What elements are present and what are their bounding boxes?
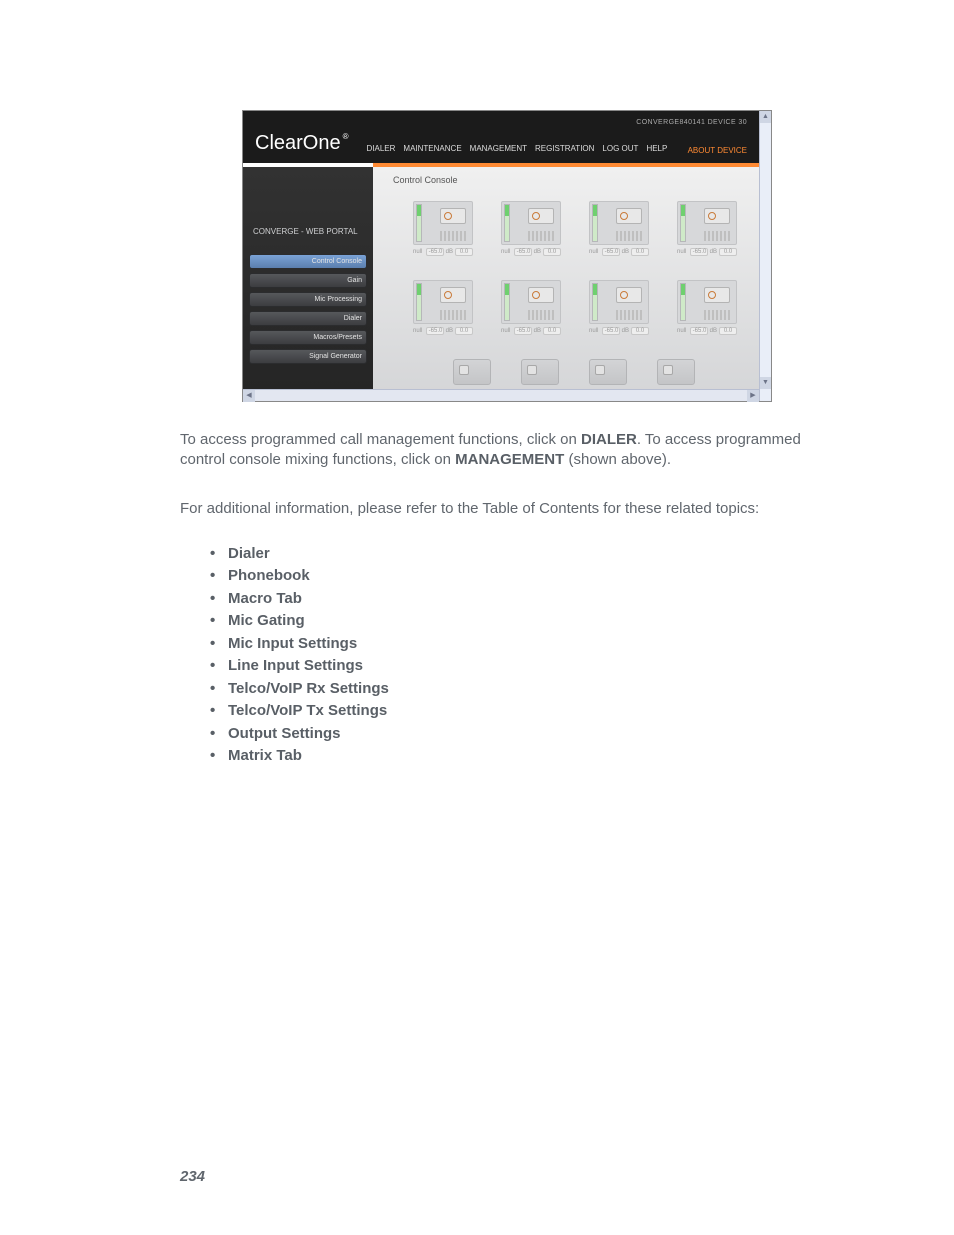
aux-button[interactable]	[589, 359, 627, 385]
gain-slider[interactable]	[616, 310, 642, 320]
nav-management[interactable]: MANAGEMENT	[470, 144, 527, 153]
list-item: Mic Input Settings	[210, 633, 834, 656]
level-meter-icon	[680, 283, 686, 321]
mute-button[interactable]	[440, 287, 466, 303]
mute-button[interactable]	[704, 208, 730, 224]
channel-tile[interactable]: null-65.0dB0.0	[413, 201, 473, 256]
scroll-up-icon[interactable]: ▲	[760, 111, 771, 123]
top-nav: DIALER MAINTENANCE MANAGEMENT REGISTRATI…	[359, 144, 678, 155]
list-item: Output Settings	[210, 723, 834, 746]
page-number: 234	[180, 1168, 205, 1185]
sidebar-item-macros-presets[interactable]: Macros/Presets	[249, 330, 367, 345]
gain-slider[interactable]	[704, 310, 730, 320]
list-item: Mic Gating	[210, 610, 834, 633]
list-item: Telco/VoIP Rx Settings	[210, 678, 834, 701]
list-item: Telco/VoIP Tx Settings	[210, 700, 834, 723]
aux-row	[453, 359, 743, 385]
related-topics-list: Dialer Phonebook Macro Tab Mic Gating Mi…	[180, 543, 834, 768]
list-item: Dialer	[210, 543, 834, 566]
horizontal-scrollbar[interactable]: ◀ ▶	[243, 389, 759, 401]
level-meter-icon	[416, 204, 422, 242]
gain-slider[interactable]	[616, 231, 642, 241]
nav-maintenance[interactable]: MAINTENANCE	[403, 144, 461, 153]
channel-tile[interactable]: null-65.0dB0.0	[413, 280, 473, 335]
sidebar-item-dialer[interactable]: Dialer	[249, 311, 367, 326]
channel-tile[interactable]: null-65.0dB0.0	[677, 201, 737, 256]
channel-tile[interactable]: null-65.0dB0.0	[589, 201, 649, 256]
content-title: Control Console	[393, 175, 743, 185]
nav-about-device[interactable]: ABOUT DEVICE	[688, 146, 747, 155]
paragraph: To access programmed call management fun…	[180, 430, 834, 471]
list-item: Line Input Settings	[210, 655, 834, 678]
nav-logout[interactable]: LOG OUT	[602, 144, 638, 153]
scroll-down-icon[interactable]: ▼	[760, 377, 771, 389]
channel-tile[interactable]: null-65.0dB0.0	[589, 280, 649, 335]
nav-dialer[interactable]: DIALER	[367, 144, 396, 153]
scroll-right-icon[interactable]: ▶	[747, 390, 759, 402]
content-area: Control Console null-65.0dB0.0 null-65.0…	[373, 167, 759, 389]
mute-button[interactable]	[528, 287, 554, 303]
management-keyword: MANAGEMENT	[455, 451, 564, 468]
channel-row: null-65.0dB0.0 null-65.0dB0.0 null-65.0d…	[413, 280, 743, 335]
mute-button[interactable]	[616, 208, 642, 224]
nav-registration[interactable]: REGISTRATION	[535, 144, 594, 153]
aux-button[interactable]	[453, 359, 491, 385]
gain-slider[interactable]	[440, 231, 466, 241]
mute-button[interactable]	[528, 208, 554, 224]
gain-slider[interactable]	[440, 310, 466, 320]
list-item: Phonebook	[210, 565, 834, 588]
gain-slider[interactable]	[704, 231, 730, 241]
dialer-keyword: DIALER	[581, 431, 637, 448]
sidebar-title: CONVERGE - WEB PORTAL	[249, 227, 367, 236]
level-meter-icon	[504, 283, 510, 321]
sidebar-item-gain[interactable]: Gain	[249, 273, 367, 288]
level-meter-icon	[680, 204, 686, 242]
sidebar-item-control-console[interactable]: Control Console	[249, 254, 367, 269]
brand-logo: ClearOne®	[255, 132, 349, 155]
embedded-screenshot: ▲ ▼ CONVERGE840141 DEVICE 30 ClearOne® D…	[242, 110, 772, 402]
app-header: CONVERGE840141 DEVICE 30 ClearOne® DIALE…	[243, 111, 759, 163]
channel-row: null-65.0dB0.0 null-65.0dB0.0 null-65.0d…	[413, 201, 743, 256]
sidebar-item-mic-processing[interactable]: Mic Processing	[249, 292, 367, 307]
list-item: Matrix Tab	[210, 745, 834, 768]
channel-tile[interactable]: null-65.0dB0.0	[677, 280, 737, 335]
paragraph: For additional information, please refer…	[180, 499, 834, 519]
mute-button[interactable]	[704, 287, 730, 303]
channel-tile[interactable]: null-65.0dB0.0	[501, 201, 561, 256]
aux-button[interactable]	[657, 359, 695, 385]
device-id-label: CONVERGE840141 DEVICE 30	[255, 119, 747, 132]
list-item: Macro Tab	[210, 588, 834, 611]
vertical-scrollbar[interactable]: ▲ ▼	[759, 111, 771, 401]
channel-tile[interactable]: null-65.0dB0.0	[501, 280, 561, 335]
gain-slider[interactable]	[528, 231, 554, 241]
level-meter-icon	[592, 283, 598, 321]
level-meter-icon	[416, 283, 422, 321]
scroll-left-icon[interactable]: ◀	[243, 390, 255, 402]
level-meter-icon	[592, 204, 598, 242]
sidebar-item-signal-generator[interactable]: Signal Generator	[249, 349, 367, 364]
aux-button[interactable]	[521, 359, 559, 385]
sidebar: CONVERGE - WEB PORTAL Control Console Ga…	[243, 167, 373, 389]
mute-button[interactable]	[440, 208, 466, 224]
nav-help[interactable]: HELP	[646, 144, 667, 153]
mute-button[interactable]	[616, 287, 642, 303]
gain-slider[interactable]	[528, 310, 554, 320]
level-meter-icon	[504, 204, 510, 242]
